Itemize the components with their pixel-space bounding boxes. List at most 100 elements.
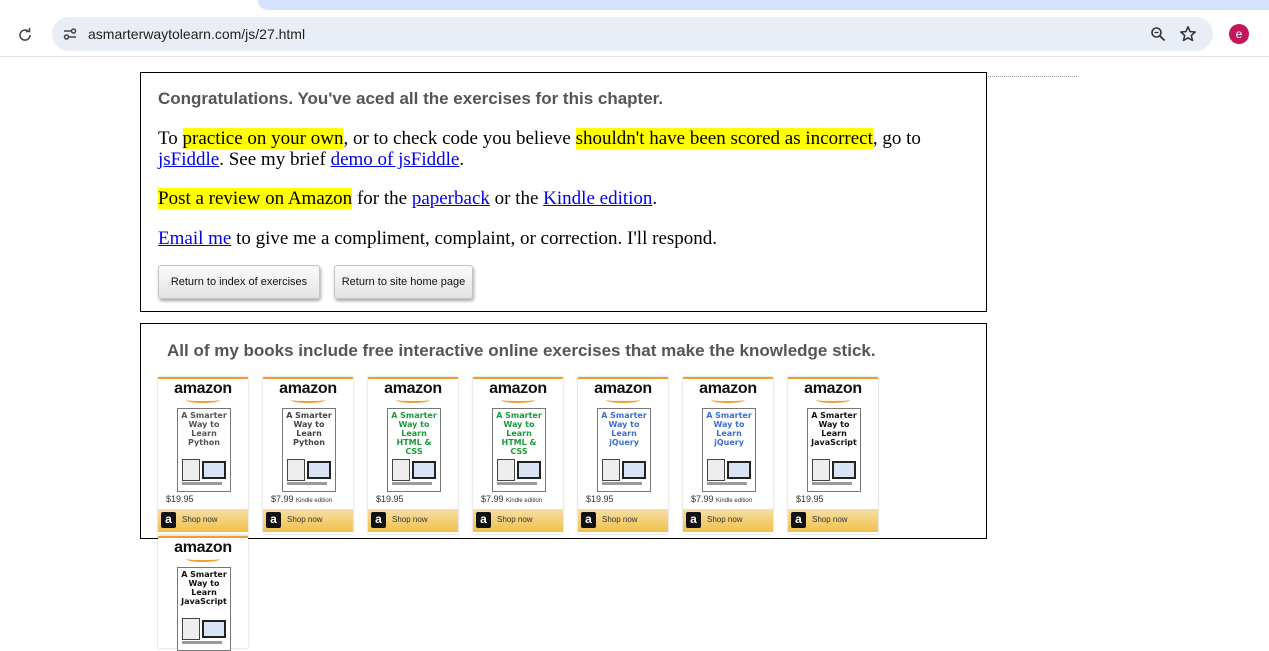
laptop-illustration <box>622 461 646 479</box>
cover-stripe <box>182 641 222 644</box>
laptop-illustration <box>517 461 541 479</box>
book-cover[interactable]: A Smarter Way to Learn jQuery <box>702 408 756 492</box>
shop-now-button[interactable]: a Shop now <box>683 509 773 532</box>
shop-now-button[interactable]: a Shop now <box>578 509 668 532</box>
book-cover[interactable]: A Smarter Way to Learn JavaScript <box>807 408 861 492</box>
laptop-illustration <box>832 461 856 479</box>
laptop-illustration <box>412 461 436 479</box>
amazon-smile-icon <box>396 397 430 403</box>
shop-now-button[interactable]: a Shop now <box>263 509 353 532</box>
amazon-logo: amazon <box>594 380 652 397</box>
exercise-complete-panel: Congratulations. You've aced all the exe… <box>140 72 987 312</box>
highlight: Post a review on Amazon <box>158 188 353 209</box>
amazon-logo: amazon <box>699 380 757 397</box>
laptop-illustration <box>202 620 226 638</box>
paperback-link[interactable]: paperback <box>412 188 490 209</box>
text: . See my brief <box>219 149 331 170</box>
cover-title: A Smarter Way to Learn JavaScript <box>181 570 227 606</box>
kindle-edition-link[interactable]: Kindle edition <box>543 188 652 209</box>
amazon-smile-icon <box>711 397 745 403</box>
cover-stripe <box>392 482 432 485</box>
tablet-illustration <box>392 459 410 481</box>
book-cover[interactable]: A Smarter Way to Learn Python <box>282 408 336 492</box>
amazon-book-ad[interactable]: amazon A Smarter Way to Learn jQuery $19.9… <box>578 377 668 534</box>
url-text[interactable]: asmarterwaytolearn.com/js/27.html <box>88 26 305 42</box>
tablet-illustration <box>287 459 305 481</box>
amazon-a-icon: a <box>581 512 596 528</box>
amazon-book-ad[interactable]: amazon A Smarter Way to Learn Python $7.99… <box>263 377 353 534</box>
review-paragraph: Post a review on Amazon for the paperbac… <box>158 188 968 209</box>
cover-stripe <box>182 482 222 485</box>
book-cover[interactable]: A Smarter Way to Learn jQuery <box>597 408 651 492</box>
price-line: $7.99 Kindle edition <box>271 494 332 504</box>
amazon-logo: amazon <box>489 380 547 397</box>
shop-now-label: Shop now <box>182 515 218 524</box>
amazon-book-ad[interactable]: amazon A Smarter Way to Learn HTML & CSS $… <box>473 377 563 534</box>
text: . <box>459 149 465 170</box>
amazon-smile-icon <box>606 397 640 403</box>
active-tab-edge[interactable] <box>258 0 1269 10</box>
text: To <box>158 128 183 149</box>
text: , or to check code you believe <box>343 128 576 149</box>
book-cover[interactable]: A Smarter Way to Learn JavaScript <box>177 567 231 651</box>
shop-now-button[interactable]: a Shop now <box>368 509 458 532</box>
jsfiddle-demo-link[interactable]: demo of jsFiddle <box>331 149 460 170</box>
cover-stripe <box>707 482 747 485</box>
price: $19.95 <box>376 494 404 504</box>
book-cover[interactable]: A Smarter Way to Learn HTML & CSS <box>387 408 441 492</box>
price-line: $7.99 Kindle edition <box>691 494 752 504</box>
amazon-smile-icon <box>186 397 220 403</box>
amazon-book-ad[interactable]: amazon A Smarter Way to Learn JavaScript $… <box>788 377 878 534</box>
amazon-logo: amazon <box>174 539 232 556</box>
shop-now-label: Shop now <box>392 515 428 524</box>
book-cover[interactable]: A Smarter Way to Learn HTML & CSS <box>492 408 546 492</box>
congrats-heading: Congratulations. You've aced all the exe… <box>158 89 664 108</box>
email-paragraph: Email me to give me a compliment, compla… <box>158 228 968 249</box>
cover-stripe <box>812 482 852 485</box>
amazon-logo: amazon <box>384 380 442 397</box>
amazon-book-ad[interactable]: amazon A Smarter Way to Learn jQuery $7.99… <box>683 377 773 534</box>
cover-stripe <box>602 482 642 485</box>
books-heading: All of my books include free interactive… <box>167 341 876 360</box>
laptop-illustration <box>202 461 226 479</box>
address-bar[interactable]: asmarterwaytolearn.com/js/27.html <box>52 17 1213 51</box>
cover-stripe <box>287 482 327 485</box>
amazon-book-ad[interactable]: amazon A Smarter Way to Learn Python $19.9… <box>158 377 248 534</box>
amazon-book-ad[interactable]: amazon A Smarter Way to Learn JavaScript <box>158 536 248 651</box>
amazon-book-ad[interactable]: amazon A Smarter Way to Learn HTML & CSS $… <box>368 377 458 534</box>
text: or the <box>489 188 544 209</box>
laptop-illustration <box>727 461 751 479</box>
tablet-illustration <box>497 459 515 481</box>
shop-now-button[interactable]: a Shop now <box>158 509 248 532</box>
tablet-illustration <box>812 459 830 481</box>
reload-button[interactable] <box>11 21 39 49</box>
zoom-icon <box>1151 27 1166 42</box>
price-line: $19.95 <box>796 494 824 504</box>
practice-paragraph: To practice on your own, or to check cod… <box>158 128 968 170</box>
jsfiddle-link[interactable]: jsFiddle <box>158 149 219 170</box>
tablet-illustration <box>602 459 620 481</box>
shop-now-label: Shop now <box>707 515 743 524</box>
kindle-label: Kindle edition <box>506 498 543 504</box>
return-to-index-button[interactable]: Return to index of exercises <box>158 265 320 299</box>
return-to-home-button[interactable]: Return to site home page <box>334 265 473 299</box>
amazon-a-icon: a <box>266 512 281 528</box>
tab-strip <box>0 0 1269 12</box>
shop-now-button[interactable]: a Shop now <box>788 509 878 532</box>
site-info-button[interactable] <box>58 22 82 46</box>
email-me-link[interactable]: Email me <box>158 228 231 249</box>
bookmark-button[interactable] <box>1176 22 1200 46</box>
shop-now-button[interactable]: a Shop now <box>473 509 563 532</box>
price-line: $7.99 Kindle edition <box>481 494 542 504</box>
price-line: $19.95 <box>376 494 404 504</box>
tablet-illustration <box>182 618 200 640</box>
price: $19.95 <box>166 494 194 504</box>
shop-now-label: Shop now <box>497 515 533 524</box>
amazon-smile-icon <box>291 397 325 403</box>
zoom-button[interactable] <box>1146 22 1170 46</box>
bookmark-star-icon <box>1180 26 1196 42</box>
profile-avatar[interactable]: e <box>1229 24 1249 44</box>
book-cover[interactable]: A Smarter Way to Learn Python <box>177 408 231 492</box>
shop-now-label: Shop now <box>602 515 638 524</box>
amazon-smile-icon <box>816 397 850 403</box>
